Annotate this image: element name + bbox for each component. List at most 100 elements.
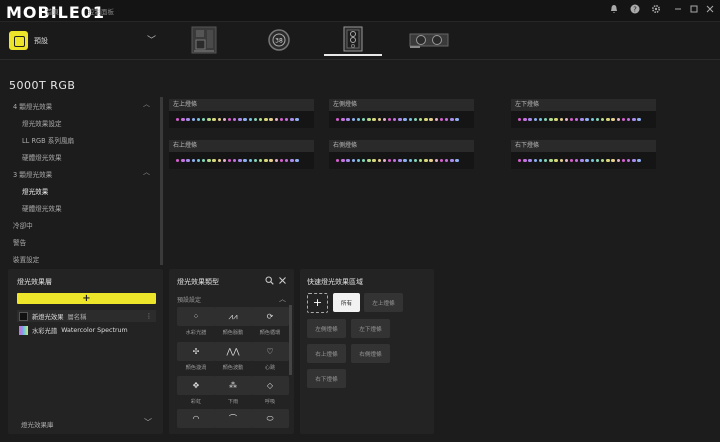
nav-lighting-setup[interactable]: 燈光效果設定 <box>22 118 62 128</box>
effect-library-label[interactable]: 燈光效果庫 <box>21 419 54 429</box>
device-case[interactable] <box>324 26 382 56</box>
chevron-up-icon[interactable]: ︿ <box>143 167 150 177</box>
effect-tile[interactable]: ⬭ <box>251 409 289 428</box>
led-dot <box>351 158 355 163</box>
led-dot <box>191 158 195 163</box>
preset-icon[interactable] <box>9 31 28 50</box>
led-dot <box>248 158 253 163</box>
led-dot <box>279 117 284 122</box>
effect-tile[interactable]: ◇ 呼吸 <box>251 376 289 405</box>
led-dot <box>533 158 537 163</box>
gauge-icon: ⌒ <box>214 409 252 428</box>
led-dot <box>222 158 227 163</box>
help-icon[interactable]: ? <box>629 4 641 16</box>
effect-tile[interactable]: ⟳ 顏色循環 <box>251 307 289 336</box>
effect-tile[interactable]: ♡ 心跳 <box>251 342 289 371</box>
effect-tile[interactable]: ✣ 顏色漩渦 <box>177 342 215 371</box>
led-dot <box>424 117 428 122</box>
more-menu-icon[interactable]: ⋮ <box>146 313 152 320</box>
effect-tile[interactable]: ⁂ 下雨 <box>214 376 252 405</box>
maximize-icon[interactable] <box>688 4 700 16</box>
zone-left-top[interactable]: 左上燈條 <box>364 293 403 312</box>
device-pump[interactable]: 38 <box>250 26 308 56</box>
close-icon[interactable] <box>704 4 716 16</box>
minimize-icon[interactable] <box>672 4 684 16</box>
led-dot <box>212 158 216 163</box>
strip-right-top[interactable]: 右上燈條 <box>169 140 314 169</box>
zone-right-side[interactable]: 右側燈條 <box>351 344 390 363</box>
device-gpu[interactable] <box>400 26 458 56</box>
effect-tile[interactable]: ✥ 彩虹 <box>177 376 215 405</box>
led-dot <box>616 117 620 122</box>
strip-left-bottom[interactable]: 左下燈條 <box>511 99 656 128</box>
led-dot <box>238 117 242 122</box>
led-dot <box>434 117 438 122</box>
effect-tile[interactable]: ⁘ 水彩光譜 <box>177 307 215 336</box>
menu-dashboard[interactable]: 控制面板 <box>88 6 114 16</box>
led-dot <box>429 117 433 122</box>
chevron-down-icon[interactable]: ﹀ <box>147 33 156 46</box>
layers-panel-title: 燈光效果層 <box>17 278 52 286</box>
layer-item[interactable]: 新燈光效果 層名稱 ⋮ <box>17 310 156 322</box>
led-dot <box>585 158 589 163</box>
nav-device-settings[interactable]: 裝置設定 <box>13 254 39 264</box>
menu-home[interactable]: 首頁 <box>46 6 59 16</box>
bell-icon[interactable] <box>608 4 620 16</box>
device-motherboard[interactable] <box>175 26 233 56</box>
color-pulse-icon: ⩘⩘ <box>214 307 252 326</box>
strip-label: 右上燈條 <box>169 140 314 152</box>
led-dot <box>264 117 268 122</box>
layer-item[interactable]: 水彩光譜 Watercolor Spectrum <box>17 324 156 336</box>
led-dot <box>269 117 273 122</box>
nav-group-4-lighting[interactable]: 4 顆燈光效果 <box>13 101 52 111</box>
add-layer-button[interactable]: + <box>17 293 156 304</box>
strip-left-side[interactable]: 左側燈條 <box>329 99 474 128</box>
led-dot <box>543 117 548 122</box>
led-dot <box>569 117 574 122</box>
nav-lighting-effects[interactable]: 燈光效果 <box>22 186 48 196</box>
strip-right-bottom[interactable]: 右下燈條 <box>511 140 656 169</box>
led-dot <box>372 117 376 122</box>
chevron-down-icon[interactable]: ﹀ <box>144 417 152 428</box>
led-dot <box>554 158 558 163</box>
led-dot <box>356 158 361 163</box>
led-dot <box>233 117 237 122</box>
nav-cooling[interactable]: 冷卻中 <box>13 220 33 230</box>
led-dot <box>341 158 345 163</box>
zone-right-top[interactable]: 右上燈條 <box>307 344 346 363</box>
zone-all[interactable]: 所有 <box>333 293 360 312</box>
led-dot <box>611 158 615 163</box>
led-dot <box>387 158 392 163</box>
nav-group-3-lighting[interactable]: 3 顆燈光效果 <box>13 169 52 179</box>
chevron-up-icon[interactable]: ︿ <box>279 294 286 304</box>
nav-hardware-lighting-2[interactable]: 硬體燈光效果 <box>22 203 62 213</box>
effect-tile[interactable]: ⋀⋀ 顏色波動 <box>214 342 252 371</box>
zone-left-bottom[interactable]: 左下燈條 <box>351 319 390 338</box>
chevron-up-icon[interactable]: ︿ <box>143 99 150 109</box>
close-icon[interactable] <box>278 276 287 287</box>
led-dot <box>201 117 206 122</box>
rainbow-icon: ✥ <box>177 376 215 395</box>
led-dot <box>408 158 413 163</box>
add-zone-button[interactable]: + <box>307 293 328 313</box>
nav-hardware-lighting-1[interactable]: 硬體燈光效果 <box>22 152 62 162</box>
effect-tile[interactable]: ⩘⩘ 顏色脈動 <box>214 307 252 336</box>
gear-icon[interactable] <box>650 4 662 16</box>
led-dot <box>601 117 605 122</box>
types-scrollbar[interactable] <box>289 305 292 375</box>
nav-alerts[interactable]: 警告 <box>13 237 26 247</box>
led-dot <box>279 158 284 163</box>
nav-ll-rgb-fans[interactable]: LL RGB 系列風扇 <box>22 135 74 145</box>
led-dot <box>264 158 268 163</box>
zone-left-side[interactable]: 左側燈條 <box>307 319 346 338</box>
zone-right-bottom[interactable]: 右下燈條 <box>307 369 346 388</box>
strip-left-top[interactable]: 左上燈條 <box>169 99 314 128</box>
search-icon[interactable] <box>265 276 274 287</box>
led-dot <box>549 158 553 163</box>
effect-tile[interactable]: ⌒ <box>214 409 252 428</box>
led-dot <box>632 158 636 163</box>
preset-label[interactable]: 預設 <box>34 36 48 46</box>
sidebar-scrollbar[interactable] <box>160 97 163 265</box>
effect-tile[interactable]: ◠ <box>177 409 215 428</box>
strip-right-side[interactable]: 右側燈條 <box>329 140 474 169</box>
